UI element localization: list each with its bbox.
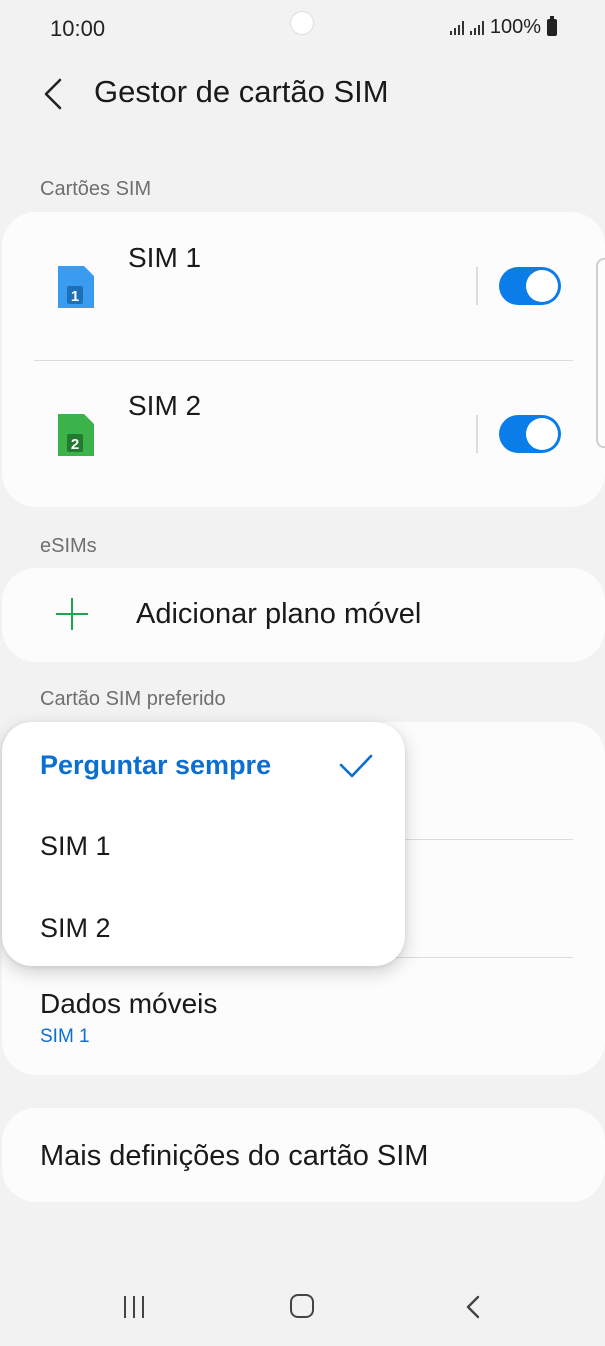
sim-name: SIM 1 (128, 242, 202, 273)
add-mobile-plan-label: Adicionar plano móvel (136, 598, 422, 630)
back-nav-button[interactable] (462, 1294, 484, 1320)
section-label-preferred: Cartão SIM preferido (40, 688, 226, 710)
status-icons: 100% (449, 16, 557, 39)
battery-icon (547, 16, 557, 36)
toggle-knob (526, 270, 558, 302)
more-sim-settings-button[interactable]: Mais definições do cartão SIM (2, 1108, 605, 1202)
sim-row-1[interactable]: 1 SIM 1 (2, 212, 605, 358)
divider (476, 267, 478, 305)
mobile-data-title: Dados móveis (40, 988, 218, 1019)
sim-badge: 2 (71, 436, 79, 453)
add-mobile-plan-button[interactable]: Adicionar plano móvel (2, 568, 605, 662)
page-title: Gestor de cartão SIM (94, 74, 389, 109)
plus-icon (54, 596, 90, 632)
sim-1-toggle[interactable] (499, 267, 561, 305)
section-label-esims: eSIMs (40, 535, 97, 557)
recent-apps-button[interactable] (122, 1294, 146, 1318)
camera-cutout (290, 11, 314, 35)
phone-screen: 10:00 100% Gestor de cartão SIM Cartões … (0, 0, 605, 1346)
home-button[interactable] (290, 1294, 314, 1318)
sim-2-toggle[interactable] (499, 415, 561, 453)
dropdown-option-sim-2[interactable]: SIM 2 (40, 913, 111, 944)
sim-badge: 1 (71, 288, 79, 305)
sim-card-icon: 1 (58, 266, 94, 308)
more-sim-settings-label: Mais definições do cartão SIM (40, 1140, 429, 1172)
mobile-data-value: SIM 1 (40, 1026, 90, 1047)
divider (476, 415, 478, 453)
sim-card-icon: 2 (58, 414, 94, 456)
navigation-bar (0, 1280, 605, 1336)
section-label-sim-cards: Cartões SIM (40, 178, 152, 200)
signal-icon (449, 20, 464, 35)
mobile-data-row[interactable]: Dados móveis SIM 1 (2, 958, 605, 1075)
chevron-left-icon (44, 78, 62, 110)
dropdown-option-ask-always[interactable]: Perguntar sempre (40, 750, 271, 781)
sim-row-2[interactable]: 2 SIM 2 (2, 360, 605, 506)
dropdown-option-sim-1[interactable]: SIM 1 (40, 831, 111, 862)
check-icon (339, 754, 373, 778)
battery-percent: 100% (489, 16, 541, 38)
signal-icon-2 (469, 20, 484, 35)
sim-name: SIM 2 (128, 390, 202, 421)
sim-cards-card: 1 SIM 1 2 SIM 2 (2, 212, 605, 507)
back-button[interactable] (36, 72, 76, 116)
status-time: 10:00 (50, 16, 106, 41)
toggle-knob (526, 418, 558, 450)
preferred-sim-dropdown: Perguntar sempre SIM 1 SIM 2 (2, 722, 405, 966)
scroll-indicator (596, 258, 605, 448)
